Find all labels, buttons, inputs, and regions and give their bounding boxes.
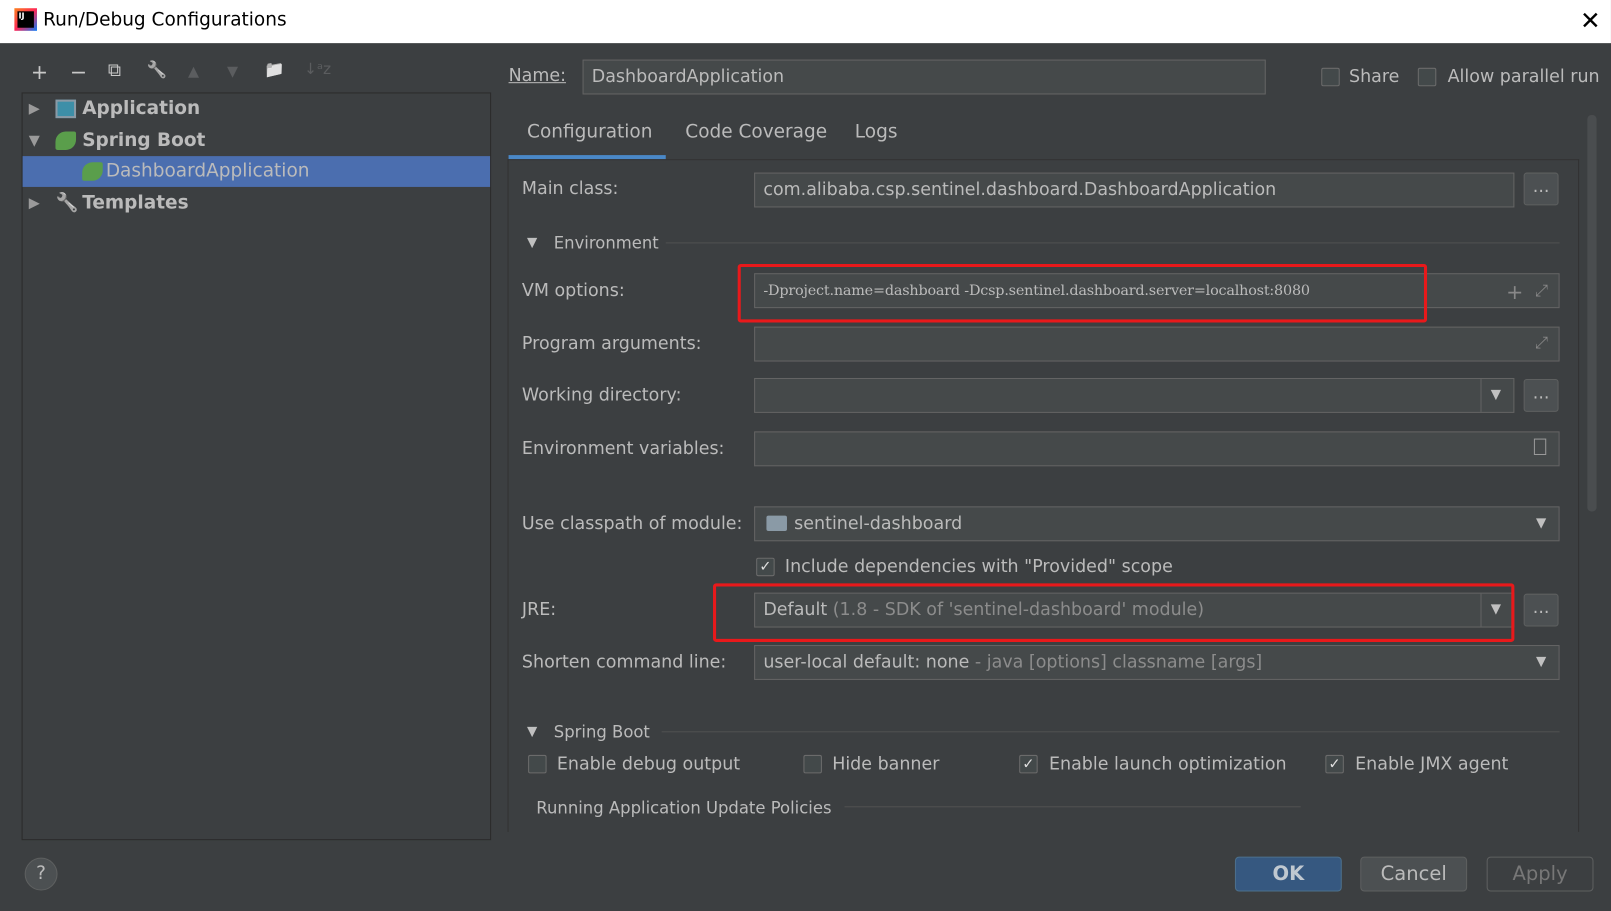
hide-banner-checkbox[interactable]: [803, 754, 822, 774]
allow-parallel-label: Allow parallel run: [1447, 66, 1600, 88]
browse-main-class-button[interactable]: ...: [1523, 172, 1559, 206]
application-icon: [55, 99, 77, 119]
environment-section: Environment: [553, 233, 659, 253]
working-directory-label: Working directory:: [521, 385, 682, 406]
main-class-label: Main class:: [521, 178, 619, 200]
include-dependencies-checkbox[interactable]: ✓: [756, 557, 775, 577]
enable-jmx-agent-label: Enable JMX agent: [1355, 753, 1509, 775]
move-down-icon[interactable]: ▼: [227, 64, 238, 80]
dropdown-arrow-icon[interactable]: ▼: [1536, 516, 1546, 531]
tab-logs[interactable]: Logs: [855, 121, 898, 143]
hide-banner-label: Hide banner: [832, 753, 940, 775]
share-checkbox[interactable]: [1321, 67, 1340, 87]
browse-jre-button[interactable]: ...: [1523, 593, 1559, 627]
program-arguments-input[interactable]: [754, 326, 1560, 362]
tree-item-application[interactable]: ▶ Application: [23, 93, 490, 124]
tab-code-coverage[interactable]: Code Coverage: [685, 121, 827, 143]
shorten-command-line-label: Shorten command line:: [521, 652, 727, 673]
collapse-spring-boot-icon[interactable]: ▼: [527, 724, 537, 739]
shorten-hint: - java [options] classname [args]: [974, 652, 1263, 673]
window-title: Run/Debug Configurations: [43, 9, 287, 31]
wrench-icon[interactable]: 🔧: [147, 60, 167, 80]
tree-item-spring-boot[interactable]: ▼ Spring Boot: [23, 125, 490, 156]
collapse-arrow-icon[interactable]: ▼: [29, 125, 40, 156]
highlight-box-jre: [713, 583, 1515, 642]
environment-variables-label: Environment variables:: [521, 438, 725, 460]
expand-arrow-icon[interactable]: ▶: [29, 93, 40, 124]
enable-jmx-agent-checkbox[interactable]: ✓: [1325, 754, 1344, 774]
allow-parallel-checkbox[interactable]: [1417, 67, 1437, 87]
close-icon[interactable]: ✕: [1580, 6, 1601, 35]
enable-debug-output-label: Enable debug output: [556, 753, 741, 775]
enable-launch-optimization-checkbox[interactable]: ✓: [1019, 754, 1038, 774]
divider: [665, 242, 1560, 244]
name-label: Name:: [508, 65, 566, 87]
cancel-button[interactable]: Cancel: [1360, 856, 1468, 892]
classpath-module-label: Use classpath of module:: [521, 513, 743, 535]
divider: [1480, 378, 1482, 412]
shorten-command-line-select[interactable]: user-local default: none - java [options…: [754, 645, 1560, 680]
spring-boot-section: Spring Boot: [553, 722, 650, 742]
program-arguments-label: Program arguments:: [521, 333, 702, 355]
classpath-module-value: sentinel-dashboard: [794, 513, 963, 535]
title-bar: IJ Run/Debug Configurations ✕: [0, 0, 1611, 44]
enable-launch-optimization-label: Enable launch optimization: [1048, 753, 1287, 775]
environment-variables-input[interactable]: [754, 431, 1560, 467]
sort-icon[interactable]: ↓ᵃz: [304, 60, 331, 78]
enable-debug-output-checkbox[interactable]: [528, 754, 547, 774]
tree-item-dashboard-application[interactable]: DashboardApplication: [22, 156, 491, 187]
help-button[interactable]: ?: [24, 857, 58, 891]
spring-boot-icon: [55, 131, 77, 150]
folder-add-icon[interactable]: 📁: [264, 60, 284, 80]
config-tree: ▶ Application ▼ Spring Boot DashboardApp…: [21, 92, 492, 841]
ok-button[interactable]: OK: [1234, 856, 1342, 892]
wrench-icon: 🔧: [55, 192, 79, 214]
plus-icon[interactable]: +: [1506, 279, 1523, 304]
expand-icon[interactable]: ⤢: [1535, 333, 1548, 354]
main-class-input[interactable]: com.alibaba.csp.sentinel.dashboard.Dashb…: [754, 172, 1515, 208]
highlight-box-vm-options: [737, 263, 1428, 323]
name-input[interactable]: DashboardApplication: [582, 59, 1266, 95]
expand-arrow-icon[interactable]: ▶: [29, 188, 40, 219]
intellij-logo-icon: IJ: [14, 8, 37, 31]
tree-item-templates[interactable]: ▶ 🔧 Templates: [23, 188, 490, 219]
browse-working-directory-button[interactable]: ...: [1523, 378, 1559, 412]
shorten-value: user-local default: none: [763, 652, 970, 673]
expand-icon[interactable]: ⤢: [1535, 280, 1548, 301]
edit-document-icon[interactable]: [1533, 438, 1547, 456]
apply-button[interactable]: Apply: [1486, 856, 1594, 892]
jre-label: JRE:: [521, 599, 557, 621]
include-dependencies-label: Include dependencies with "Provided" sco…: [784, 556, 1173, 578]
update-policies-section: Running Application Update Policies: [536, 798, 832, 818]
divider: [844, 806, 1301, 808]
copy-icon[interactable]: ⧉: [108, 60, 121, 82]
vm-options-label: VM options:: [521, 280, 625, 301]
working-directory-input[interactable]: [754, 377, 1515, 413]
spring-boot-icon: [82, 162, 103, 181]
collapse-environment-icon[interactable]: ▼: [527, 235, 537, 250]
classpath-module-select[interactable]: sentinel-dashboard: [754, 506, 1560, 542]
tab-configuration[interactable]: Configuration: [527, 121, 652, 143]
scrollbar[interactable]: [1587, 115, 1597, 512]
share-label: Share: [1348, 66, 1400, 88]
dropdown-arrow-icon[interactable]: ▼: [1536, 654, 1546, 669]
dropdown-arrow-icon[interactable]: ▼: [1491, 387, 1501, 402]
module-folder-icon: [766, 515, 787, 532]
add-icon[interactable]: +: [31, 60, 48, 85]
move-up-icon[interactable]: ▲: [188, 64, 199, 80]
remove-icon[interactable]: −: [70, 60, 87, 85]
divider: [661, 731, 1560, 733]
